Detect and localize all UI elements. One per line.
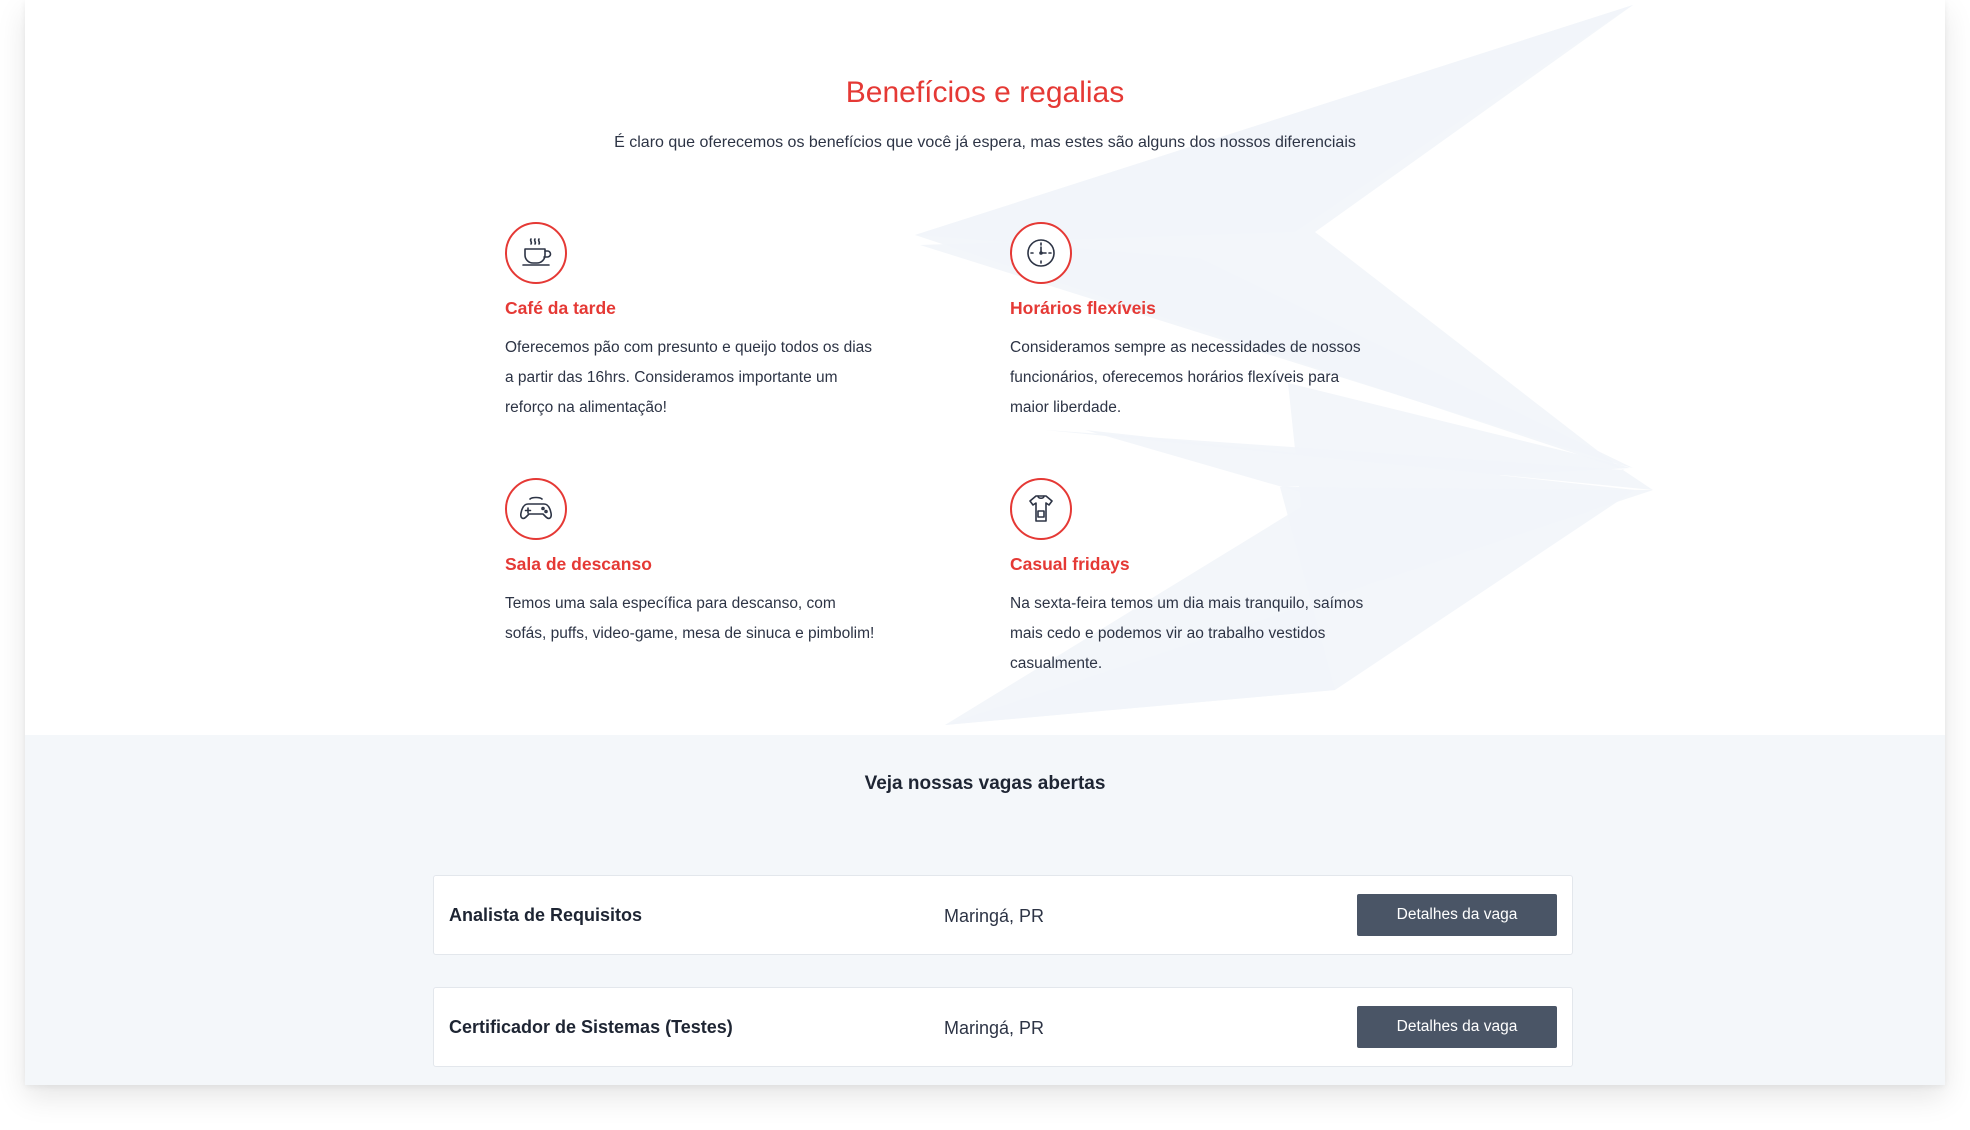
benefit-text: Consideramos sempre as necessidades de n… xyxy=(1010,339,1361,416)
page-frame: Benefícios e regalias É claro que oferec… xyxy=(25,0,1945,1085)
benefit-text: Na sexta-feira temos um dia mais tranqui… xyxy=(1010,595,1364,672)
gamepad-icon xyxy=(505,478,567,540)
benefits-section: Benefícios e regalias É claro que oferec… xyxy=(25,0,1945,735)
job-title: Certificador de Sistemas (Testes) xyxy=(449,1017,733,1037)
job-title: Analista de Requisitos xyxy=(449,905,643,925)
shirt-icon xyxy=(1010,478,1072,540)
job-row: Certificador de Sistemas (Testes) Maring… xyxy=(433,987,1573,1067)
benefit-title: Café da tarde xyxy=(505,298,616,318)
benefit-title: Horários flexíveis xyxy=(1010,298,1156,318)
benefit-title: Casual fridays xyxy=(1010,554,1130,574)
job-location: Maringá, PR xyxy=(944,1018,1045,1038)
benefit-title: Sala de descanso xyxy=(505,554,652,574)
job-location: Maringá, PR xyxy=(944,906,1045,926)
job-details-button[interactable]: Detalhes da vaga xyxy=(1357,1006,1557,1048)
benefits-subtitle: É claro que oferecemos os benefícios que… xyxy=(614,134,1356,151)
jobs-section: Veja nossas vagas abertas Analista de Re… xyxy=(25,735,1945,1085)
jobs-title: Veja nossas vagas abertas xyxy=(864,773,1106,794)
job-details-button[interactable]: Detalhes da vaga xyxy=(1357,894,1557,936)
job-row: Analista de Requisitos Maringá, PR Detal… xyxy=(433,875,1573,955)
benefit-text: Oferecemos pão com presunto e queijo tod… xyxy=(505,339,873,416)
clock-icon xyxy=(1010,222,1072,284)
benefit-text: Temos uma sala específica para descanso,… xyxy=(505,595,875,642)
benefit-sala-de-descanso: Sala de descanso Temos uma sala específi… xyxy=(505,478,905,649)
coffee-cup-icon xyxy=(505,222,567,284)
benefit-horarios-flexiveis: Horários flexíveis Consideramos sempre a… xyxy=(1010,222,1410,423)
benefits-title: Benefícios e regalias xyxy=(845,76,1125,109)
benefit-casual-fridays: Casual fridays Na sexta-feira temos um d… xyxy=(1010,478,1410,679)
benefit-cafe-da-tarde: Café da tarde Oferecemos pão com presunt… xyxy=(505,222,905,423)
